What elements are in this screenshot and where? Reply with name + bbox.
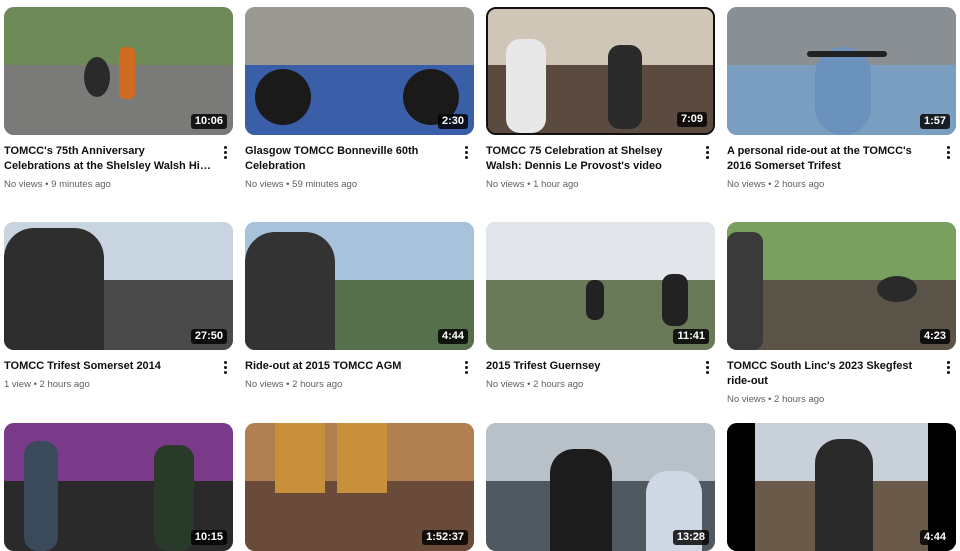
video-card[interactable]: 4:23 TOMCC South Linc's 2023 Skegfest ri… [727, 222, 957, 406]
upload-age: 2 hours ago [292, 379, 343, 390]
more-options-icon[interactable] [218, 144, 232, 160]
video-title[interactable]: TOMCC Trifest Somerset 2014 [4, 359, 212, 374]
video-card[interactable]: 11:41 2015 Trifest Guernsey No views • 2… [486, 222, 716, 391]
view-count: No views [486, 179, 525, 190]
video-thumbnail[interactable]: 4:44 [245, 222, 474, 350]
upload-age: 2 hours ago [774, 394, 825, 405]
video-thumbnail[interactable]: 1:57 [727, 7, 956, 135]
person-shape [119, 47, 135, 99]
video-stats: No views • 59 minutes ago [245, 179, 358, 190]
video-title[interactable]: 2015 Trifest Guernsey [486, 359, 694, 374]
rider-shape [84, 57, 110, 97]
door-shape [275, 423, 325, 493]
upload-age: 2 hours ago [39, 379, 90, 390]
person-shape [550, 449, 612, 551]
video-thumbnail[interactable]: 2:30 [245, 7, 474, 135]
video-card[interactable]: 4:44 [727, 423, 957, 551]
video-duration: 7:09 [676, 112, 707, 127]
person-shape [506, 39, 546, 133]
view-count: No views [727, 179, 766, 190]
person-shape [154, 445, 194, 551]
video-card[interactable]: 10:15 [4, 423, 234, 551]
rider-shape [727, 232, 763, 350]
video-thumbnail[interactable]: 27:50 [4, 222, 233, 350]
upload-age: 1 hour ago [533, 179, 579, 190]
video-title[interactable]: TOMCC's 75th Anniversary Celebrations at… [4, 144, 212, 174]
view-count: No views [486, 379, 525, 390]
video-duration: 13:28 [672, 530, 709, 545]
video-title[interactable]: Glasgow TOMCC Bonneville 60th Celebratio… [245, 144, 453, 174]
video-card[interactable]: 2:30 Glasgow TOMCC Bonneville 60th Celeb… [245, 7, 475, 191]
rider-shape [245, 232, 335, 350]
video-stats: No views • 1 hour ago [486, 179, 579, 190]
video-thumbnail[interactable]: 11:41 [486, 222, 715, 350]
video-duration: 10:06 [190, 114, 227, 129]
more-options-icon[interactable] [459, 359, 473, 375]
video-thumbnail[interactable]: 13:28 [486, 423, 715, 551]
video-duration: 4:44 [437, 329, 468, 344]
rider-shape [662, 274, 688, 326]
person-shape [815, 439, 873, 551]
video-stats: No views • 2 hours ago [245, 379, 343, 390]
video-card[interactable]: 10:06 TOMCC's 75th Anniversary Celebrati… [4, 7, 234, 191]
thumbnail-image [245, 7, 474, 65]
video-duration: 27:50 [190, 329, 227, 344]
thumbnail-image [486, 222, 715, 280]
more-options-icon[interactable] [700, 359, 714, 375]
motorcycle-shape [877, 276, 917, 302]
video-stats: 1 view • 2 hours ago [4, 379, 90, 390]
video-card[interactable]: 13:28 [486, 423, 716, 551]
video-card[interactable]: 1:52:37 [245, 423, 475, 551]
handlebar-shape [807, 51, 887, 57]
video-thumbnail[interactable]: 10:15 [4, 423, 233, 551]
person-shape [608, 45, 642, 129]
video-card[interactable]: 27:50 TOMCC Trifest Somerset 2014 1 view… [4, 222, 234, 391]
video-thumbnail[interactable]: 7:09 [486, 7, 715, 135]
video-title[interactable]: TOMCC 75 Celebration at Shelsey Walsh: D… [486, 144, 694, 174]
more-options-icon[interactable] [700, 144, 714, 160]
video-card[interactable]: 1:57 A personal ride-out at the TOMCC's … [727, 7, 957, 191]
more-options-icon[interactable] [941, 144, 955, 160]
video-thumbnail[interactable]: 10:06 [4, 7, 233, 135]
more-options-icon[interactable] [941, 359, 955, 375]
video-stats: No views • 2 hours ago [486, 379, 584, 390]
video-title[interactable]: TOMCC South Linc's 2023 Skegfest ride-ou… [727, 359, 935, 389]
upload-age: 2 hours ago [774, 179, 825, 190]
video-thumbnail[interactable]: 4:44 [727, 423, 956, 551]
video-duration: 1:52:37 [422, 530, 468, 545]
video-thumbnail[interactable]: 4:23 [727, 222, 956, 350]
video-duration: 10:15 [190, 530, 227, 545]
video-duration: 4:23 [919, 329, 950, 344]
view-count: 1 view [4, 379, 31, 390]
upload-age: 9 minutes ago [51, 179, 111, 190]
video-duration: 1:57 [919, 114, 950, 129]
view-count: No views [245, 179, 284, 190]
video-card[interactable]: 4:44 Ride-out at 2015 TOMCC AGM No views… [245, 222, 475, 391]
wheel-shape [255, 69, 311, 125]
upload-age: 59 minutes ago [292, 179, 358, 190]
video-thumbnail[interactable]: 1:52:37 [245, 423, 474, 551]
fuel-tank-shape [815, 47, 871, 135]
rider-shape [4, 228, 104, 350]
upload-age: 2 hours ago [533, 379, 584, 390]
video-grid: 10:06 TOMCC's 75th Anniversary Celebrati… [0, 0, 960, 551]
person-shape [24, 441, 58, 551]
view-count: No views [727, 394, 766, 405]
video-duration: 4:44 [919, 530, 950, 545]
video-title[interactable]: A personal ride-out at the TOMCC's 2016 … [727, 144, 935, 174]
more-options-icon[interactable] [459, 144, 473, 160]
view-count: No views [245, 379, 284, 390]
video-stats: No views • 2 hours ago [727, 179, 825, 190]
video-stats: No views • 9 minutes ago [4, 179, 111, 190]
more-options-icon[interactable] [218, 359, 232, 375]
video-duration: 11:41 [673, 329, 709, 344]
video-title[interactable]: Ride-out at 2015 TOMCC AGM [245, 359, 453, 374]
rider-shape [586, 280, 604, 320]
video-stats: No views • 2 hours ago [727, 394, 825, 405]
video-duration: 2:30 [437, 114, 468, 129]
view-count: No views [4, 179, 43, 190]
letterbox-bar [727, 423, 755, 551]
door-shape [337, 423, 387, 493]
video-card[interactable]: 7:09 TOMCC 75 Celebration at Shelsey Wal… [486, 7, 716, 191]
